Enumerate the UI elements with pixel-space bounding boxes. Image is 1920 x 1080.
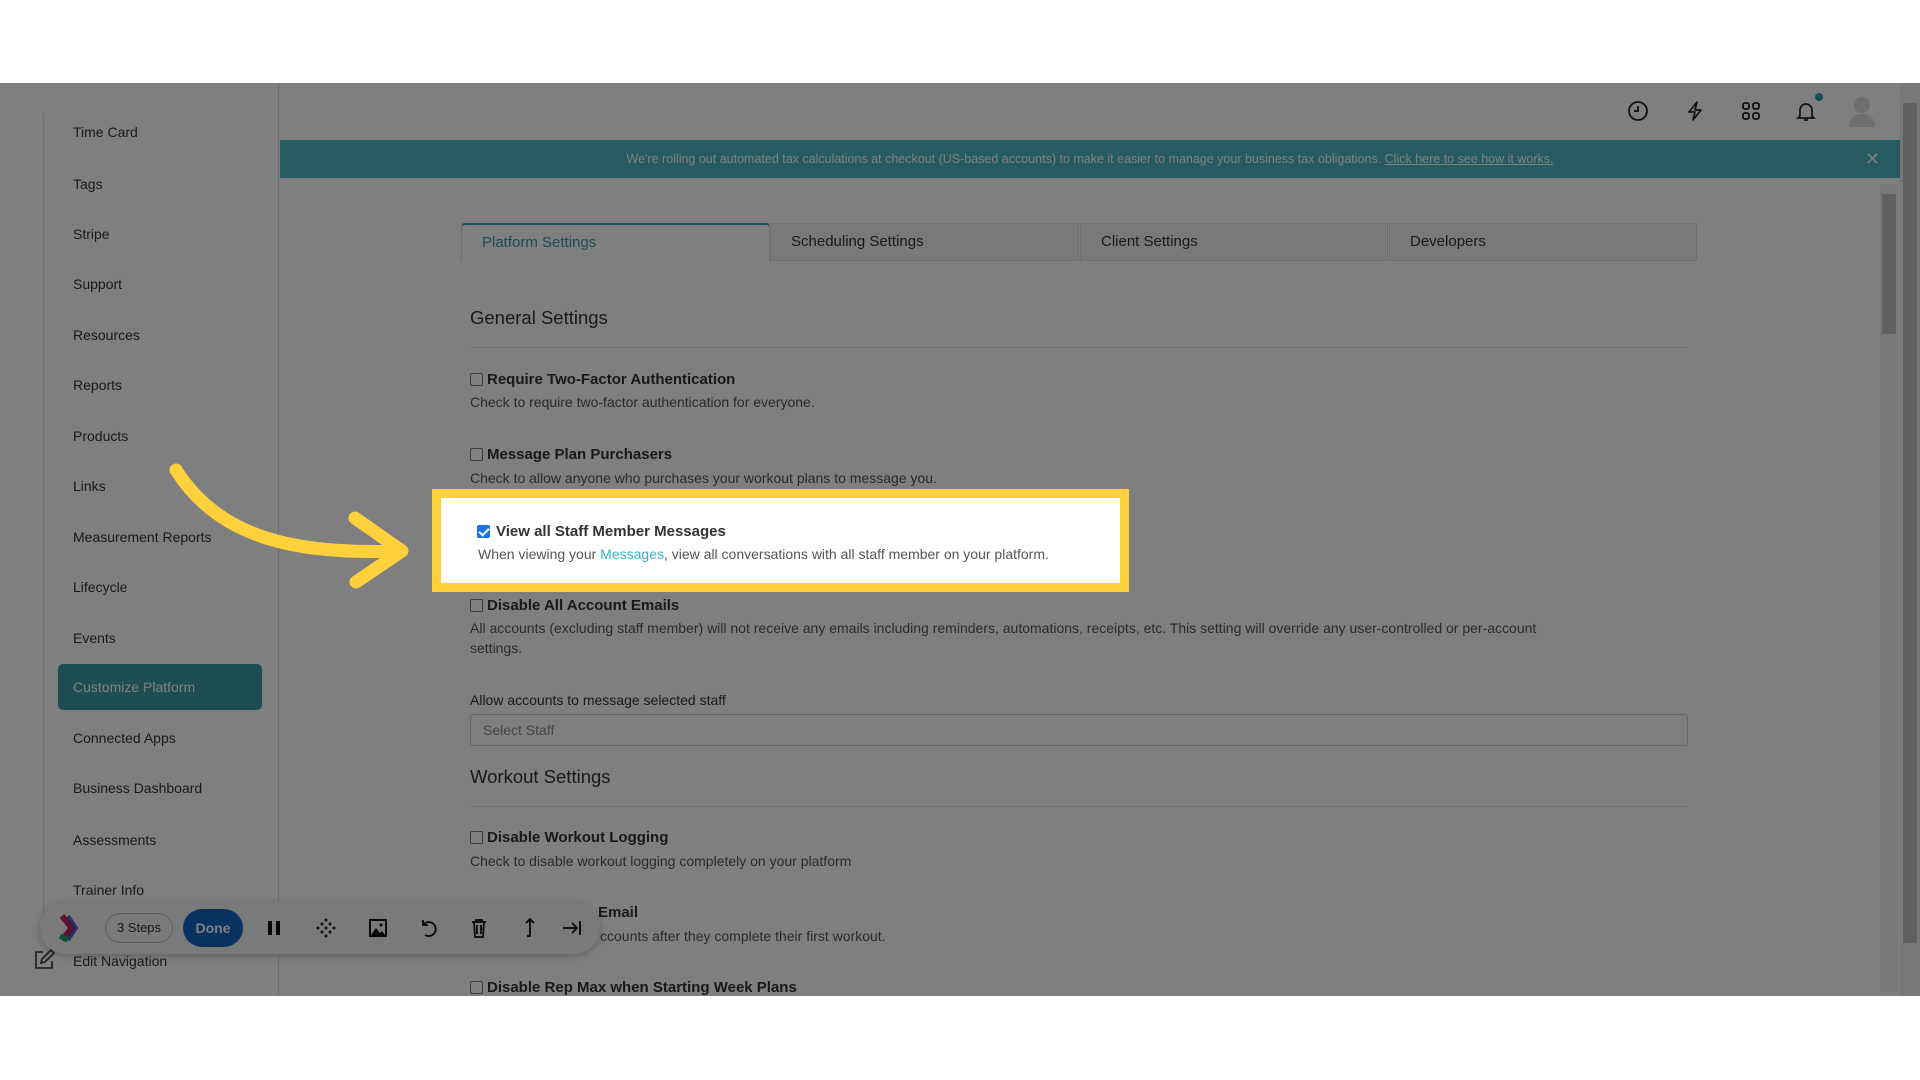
view-staff-messages-checkbox[interactable] bbox=[477, 525, 490, 538]
highlighted-setting: View all Staff Member Messages When view… bbox=[432, 489, 1129, 592]
desc-text: When viewing your bbox=[478, 546, 601, 562]
messages-link[interactable]: Messages bbox=[600, 546, 664, 562]
desc-text: , view all conversations with all staff … bbox=[663, 546, 1049, 562]
setting-title: View all Staff Member Messages bbox=[496, 523, 726, 540]
setting-description: When viewing your Messages, view all con… bbox=[478, 546, 1049, 562]
